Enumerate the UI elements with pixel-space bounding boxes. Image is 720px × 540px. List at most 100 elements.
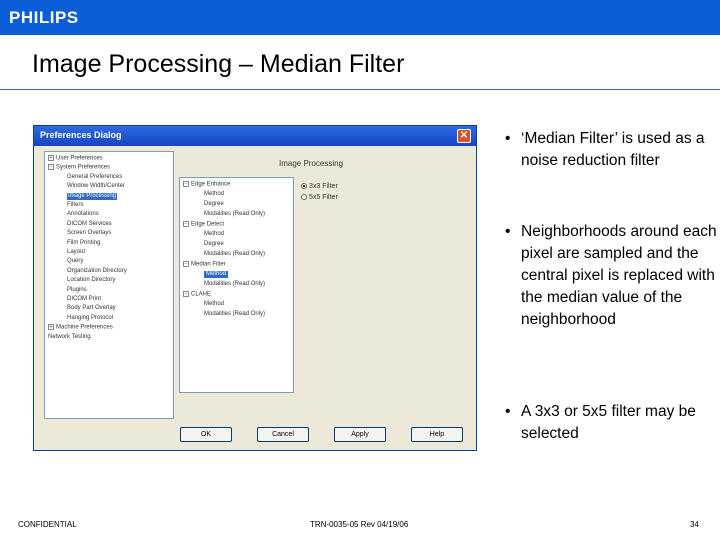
collapse-icon[interactable]: − bbox=[183, 261, 189, 267]
option-item-label: Edge Enhance bbox=[191, 181, 231, 188]
collapse-icon[interactable]: − bbox=[183, 291, 189, 297]
brand-bar: PHILIPS bbox=[0, 0, 720, 35]
tree-item-label: Screen Overlays bbox=[67, 230, 112, 237]
tree-item[interactable]: Location Directory bbox=[67, 277, 115, 284]
ok-button[interactable]: OK bbox=[180, 427, 232, 442]
option-item[interactable]: Method bbox=[204, 231, 224, 238]
option-item[interactable]: Degree bbox=[204, 201, 224, 208]
tree-item[interactable]: DICOM Print bbox=[67, 296, 101, 303]
option-item-label: Modalities (Read Only) bbox=[204, 211, 266, 217]
option-item-label: Modalities (Read Only) bbox=[204, 281, 266, 287]
bullet-text: Neighborhoods around each pixel are samp… bbox=[521, 223, 717, 328]
tree-item-label: Image Processing bbox=[68, 192, 117, 199]
tree-item-label: Organization Directory bbox=[67, 267, 127, 274]
dialog-title: Preferences Dialog bbox=[40, 130, 122, 140]
collapse-icon[interactable]: − bbox=[183, 181, 189, 187]
option-item-label: CLAHE bbox=[191, 291, 212, 298]
option-item[interactable]: Method bbox=[204, 191, 224, 198]
option-item[interactable]: Modalities (Read Only) bbox=[204, 211, 265, 218]
tree-item[interactable]: DICOM Services bbox=[67, 221, 112, 228]
preferences-tree[interactable]: + User Preferences − System Preferences Gene… bbox=[44, 151, 174, 419]
tree-item[interactable]: Window Width/Center bbox=[67, 183, 125, 190]
option-item[interactable]: Modalities (Read Only) bbox=[204, 281, 265, 288]
option-item-label: Modalities (Read Only) bbox=[204, 251, 266, 257]
option-item-label: Edge Detect bbox=[191, 221, 225, 228]
title-divider bbox=[0, 89, 720, 90]
expand-icon[interactable]: + bbox=[48, 155, 54, 161]
option-item[interactable]: Modalities (Read Only) bbox=[204, 311, 265, 318]
tree-item-label: Query bbox=[67, 258, 84, 265]
tree-item[interactable]: − System Preferences bbox=[48, 164, 110, 172]
radio-3x3-filter[interactable]: 3x3 Filter bbox=[301, 183, 338, 190]
option-item[interactable]: Method bbox=[204, 271, 229, 278]
cancel-button[interactable]: Cancel bbox=[257, 427, 309, 442]
footer-page-number: 34 bbox=[690, 520, 699, 529]
help-button[interactable]: Help bbox=[411, 427, 463, 442]
option-item-label: Method bbox=[206, 271, 227, 277]
bullet-icon: • bbox=[505, 403, 511, 420]
footer-confidential: CONFIDENTIAL bbox=[18, 520, 77, 529]
tree-item-label: User Preferences bbox=[56, 155, 103, 162]
tree-item[interactable]: Annotations bbox=[67, 211, 99, 218]
option-item[interactable]: Method bbox=[204, 301, 224, 308]
option-item[interactable]: − Edge Detect bbox=[183, 221, 224, 229]
image-processing-panel: Image Processing − Edge Enhance Method Degr… bbox=[179, 151, 467, 419]
tree-item-label: Location Directory bbox=[67, 277, 116, 284]
tree-item-label: Network Testing bbox=[48, 333, 91, 340]
tree-item[interactable]: Network Testing bbox=[48, 334, 91, 341]
footer-document-number: TRN-0035-05 Rev 04/19/06 bbox=[310, 520, 409, 529]
tree-item-label: Body Part Overlay bbox=[67, 305, 116, 312]
tree-item-label: Window Width/Center bbox=[67, 183, 126, 190]
tree-item[interactable]: Body Part Overlay bbox=[67, 305, 116, 312]
tree-item[interactable]: Film Printing bbox=[67, 240, 100, 247]
tree-item-label: General Preferences bbox=[67, 173, 123, 180]
bullet-text: A 3x3 or 5x5 filter may be selected bbox=[521, 403, 696, 442]
tree-item[interactable]: Query bbox=[67, 258, 83, 265]
dialog-titlebar[interactable]: Preferences Dialog ✕ bbox=[34, 126, 476, 146]
tree-item-label: Film Printing bbox=[67, 239, 101, 246]
radio-5x5-filter[interactable]: 5x5 Filter bbox=[301, 194, 338, 201]
tree-item[interactable]: Layout bbox=[67, 249, 85, 256]
option-item[interactable]: Degree bbox=[204, 241, 224, 248]
tree-item[interactable]: + User Preferences bbox=[48, 155, 103, 163]
tree-item-label: System Preferences bbox=[56, 164, 111, 171]
radio-button-icon[interactable] bbox=[301, 183, 307, 190]
bullet-icon: • bbox=[505, 223, 511, 240]
tree-item-label: DICOM Print bbox=[67, 296, 102, 302]
tree-item[interactable]: General Preferences bbox=[67, 174, 122, 181]
preferences-dialog: Preferences Dialog ✕ + User Preferences − S… bbox=[33, 125, 477, 451]
tree-item-label: DICOM Services bbox=[67, 220, 112, 227]
collapse-icon[interactable]: − bbox=[48, 164, 54, 171]
option-item-label: Degree bbox=[204, 241, 224, 247]
tree-item[interactable]: Organization Directory bbox=[67, 268, 127, 275]
tree-item-label: Annotations bbox=[67, 211, 99, 218]
image-processing-options-tree[interactable]: − Edge Enhance Method Degree Modalities (Rea… bbox=[179, 177, 294, 393]
option-item-label: Method bbox=[204, 231, 225, 237]
option-item-label: Median Filter bbox=[191, 261, 226, 268]
section-title: Image Processing bbox=[279, 159, 344, 168]
option-item[interactable]: − CLAHE bbox=[183, 291, 211, 299]
collapse-icon[interactable]: − bbox=[183, 221, 189, 227]
expand-icon[interactable]: + bbox=[48, 324, 54, 331]
tree-item-label: Layout bbox=[67, 249, 86, 255]
close-icon[interactable]: ✕ bbox=[457, 129, 471, 143]
philips-logo: PHILIPS bbox=[9, 8, 79, 27]
tree-item[interactable]: + Machine Preferences bbox=[48, 324, 113, 332]
option-item-label: Degree bbox=[204, 201, 224, 207]
tree-item[interactable]: Hanging Protocol bbox=[67, 315, 113, 322]
apply-button[interactable]: Apply bbox=[334, 427, 386, 442]
bullet-text: ‘Median Filter’ is used as a noise reduc… bbox=[521, 130, 705, 169]
option-item[interactable]: − Edge Enhance bbox=[183, 181, 230, 189]
option-item-label: Modalities (Read Only) bbox=[204, 311, 266, 317]
tree-item[interactable]: Plugins bbox=[67, 287, 87, 294]
tree-item-label: Filters bbox=[67, 202, 84, 208]
option-item[interactable]: Modalities (Read Only) bbox=[204, 251, 265, 258]
slide-title: Image Processing – Median Filter bbox=[32, 50, 405, 78]
option-item[interactable]: − Median Filter bbox=[183, 261, 226, 269]
tree-item-label: Plugins bbox=[67, 286, 87, 293]
option-item-label: Method bbox=[204, 301, 225, 307]
radio-button-icon[interactable] bbox=[301, 194, 307, 201]
tree-item[interactable]: Image Processing bbox=[67, 192, 118, 200]
tree-item[interactable]: Screen Overlays bbox=[67, 230, 111, 237]
tree-item[interactable]: Filters bbox=[67, 202, 83, 209]
